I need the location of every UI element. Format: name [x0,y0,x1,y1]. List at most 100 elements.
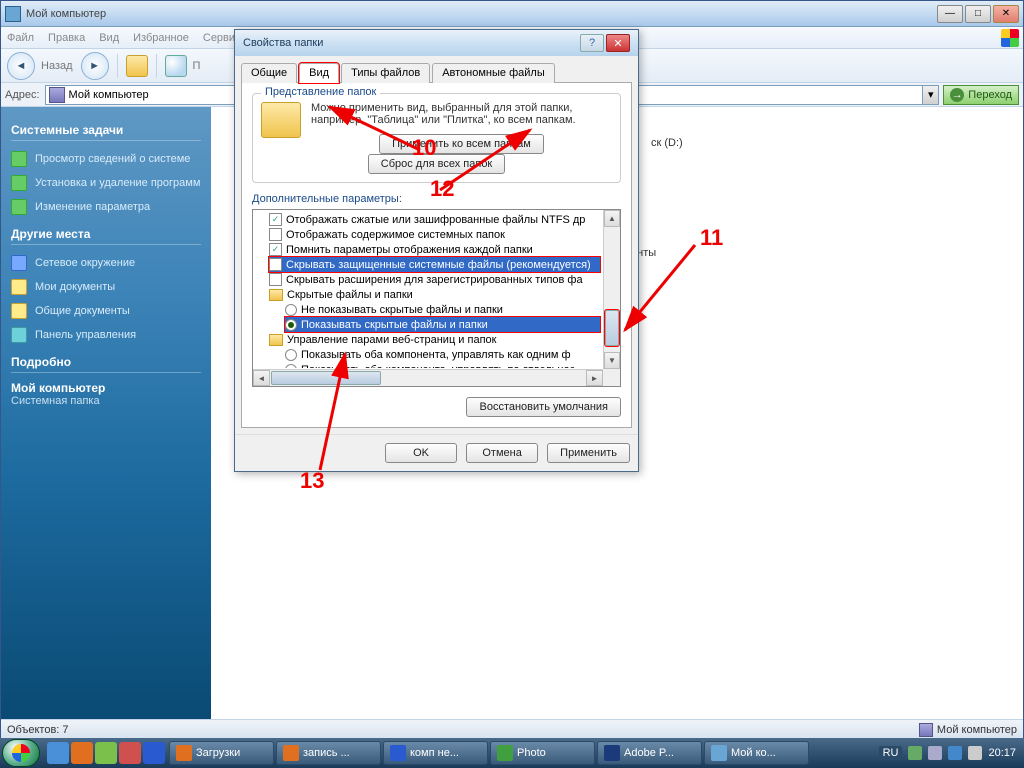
task-button[interactable]: запись ... [276,741,381,765]
address-dropdown[interactable]: ▾ [923,85,939,105]
menu-edit[interactable]: Правка [48,32,85,44]
task-icon [390,745,406,761]
folder-icon [269,289,283,301]
tree-item-label: Показывать оба компонента, управлять по … [301,364,575,369]
search-icon[interactable] [165,55,187,77]
tree-item[interactable]: Управление парами веб-страниц и папок [269,332,600,347]
sidebar-item-control-panel[interactable]: Панель управления [11,323,201,347]
control-panel-icon [11,327,27,343]
task-button[interactable]: Загрузки [169,741,274,765]
go-button[interactable]: Переход [943,85,1019,105]
sidebar-item-my-docs[interactable]: Мои документы [11,275,201,299]
tree-item[interactable]: Показывать оба компонента, управлять как… [285,347,600,362]
dialog-title: Свойства папки [243,37,578,49]
settings-icon [11,199,27,215]
up-folder-icon[interactable] [126,55,148,77]
checkbox[interactable] [269,258,282,271]
task-icon [176,745,192,761]
tab-general[interactable]: Общие [241,63,297,83]
folder-options-dialog: Свойства папки ? ✕ Общие Вид Типы файлов… [234,29,639,472]
separator [117,54,118,78]
firefox-icon[interactable] [71,742,93,764]
reset-all-button[interactable]: Сброс для всех папок [368,154,506,174]
tree-item[interactable]: Показывать оба компонента, управлять по … [285,362,600,368]
task-button[interactable]: комп не... [383,741,488,765]
show-desktop-icon[interactable] [47,742,69,764]
clock[interactable]: 20:17 [988,747,1016,759]
apply-to-all-button[interactable]: Применить ко всем папкам [379,134,544,154]
scroll-left-icon[interactable]: ◄ [253,370,270,386]
scroll-right-icon[interactable]: ► [586,370,603,386]
tree-item[interactable]: Отображать сжатые или зашифрованные файл… [269,212,600,227]
tree-item[interactable]: Скрывать защищенные системные файлы (рек… [269,257,600,272]
sidebar-item-change-setting[interactable]: Изменение параметра [11,195,201,219]
tree-item[interactable]: Скрывать расширения для зарегистрированн… [269,272,600,287]
sidebar-header-details: Подробно [11,355,201,373]
maximize-button[interactable]: □ [965,5,991,23]
tree-item[interactable]: Скрытые файлы и папки [269,287,600,302]
volume-icon[interactable] [968,746,982,760]
restore-defaults-button[interactable]: Восстановить умолчания [466,397,621,417]
dialog-close-button[interactable]: ✕ [606,34,630,52]
address-value: Мой компьютер [69,89,149,101]
apply-button[interactable]: Применить [547,443,630,463]
utorrent-icon[interactable] [95,742,117,764]
cancel-button[interactable]: Отмена [466,443,538,463]
tab-view[interactable]: Вид [299,63,339,83]
sidebar-item-shared-docs[interactable]: Общие документы [11,299,201,323]
ie-icon[interactable] [143,742,165,764]
sidebar-item-system-info[interactable]: Просмотр сведений о системе [11,147,201,171]
vertical-scrollbar[interactable]: ▲ ▼ [603,210,620,369]
radio[interactable] [285,349,297,361]
ok-button[interactable]: OK [385,443,457,463]
radio[interactable] [285,304,297,316]
dialog-titlebar[interactable]: Свойства папки ? ✕ [235,30,638,56]
tray-icon[interactable] [908,746,922,760]
task-button[interactable]: Мой ко... [704,741,809,765]
scroll-up-icon[interactable]: ▲ [604,210,620,227]
app-icon[interactable] [119,742,141,764]
help-button[interactable]: ? [580,34,604,52]
tree-item-label: Показывать оба компонента, управлять как… [301,349,571,361]
sidebar-item-add-remove[interactable]: Установка и удаление программ [11,171,201,195]
tree-item-label: Помнить параметры отображения каждой пап… [286,244,533,256]
tab-offline-files[interactable]: Автономные файлы [432,63,555,83]
tree-item[interactable]: Показывать скрытые файлы и папки [285,317,600,332]
back-label: Назад [41,60,73,72]
task-button[interactable]: Photo [490,741,595,765]
start-button[interactable] [2,739,40,767]
tree-item[interactable]: Отображать содержимое системных папок [269,227,600,242]
tray-icon[interactable] [928,746,942,760]
scroll-down-icon[interactable]: ▼ [604,352,620,369]
radio[interactable] [285,364,297,369]
minimize-button[interactable]: — [937,5,963,23]
checkbox[interactable] [269,213,282,226]
checkbox[interactable] [269,273,282,286]
window-title: Мой компьютер [26,8,937,20]
titlebar[interactable]: Мой компьютер — □ ✕ [1,1,1023,27]
menu-view[interactable]: Вид [99,32,119,44]
status-location: Мой компьютер [937,724,1017,736]
horizontal-scrollbar[interactable]: ◄ ► [253,369,620,386]
forward-button[interactable]: ► [81,52,109,80]
task-label: Photo [517,747,546,759]
tree-item[interactable]: Помнить параметры отображения каждой пап… [269,242,600,257]
task-buttons: Загрузкизапись ...комп не... Photo Adobe P… [169,741,873,765]
tree-item[interactable]: Не показывать скрытые файлы и папки [285,302,600,317]
tab-file-types[interactable]: Типы файлов [341,63,430,83]
sidebar-item-network[interactable]: Сетевое окружение [11,251,201,275]
menu-favorites[interactable]: Избранное [133,32,189,44]
windows-logo-icon [1001,29,1019,47]
checkbox[interactable] [269,243,282,256]
close-button[interactable]: ✕ [993,5,1019,23]
language-indicator[interactable]: RU [879,746,903,760]
back-button[interactable]: ◄ [7,52,35,80]
tray-icon[interactable] [948,746,962,760]
scroll-thumb[interactable] [605,310,619,346]
menu-file[interactable]: Файл [7,32,34,44]
task-button[interactable]: Adobe P... [597,741,702,765]
scroll-thumb[interactable] [271,371,381,385]
radio[interactable] [285,319,297,331]
drive-item[interactable]: ск (D:) [651,137,683,149]
checkbox[interactable] [269,228,282,241]
